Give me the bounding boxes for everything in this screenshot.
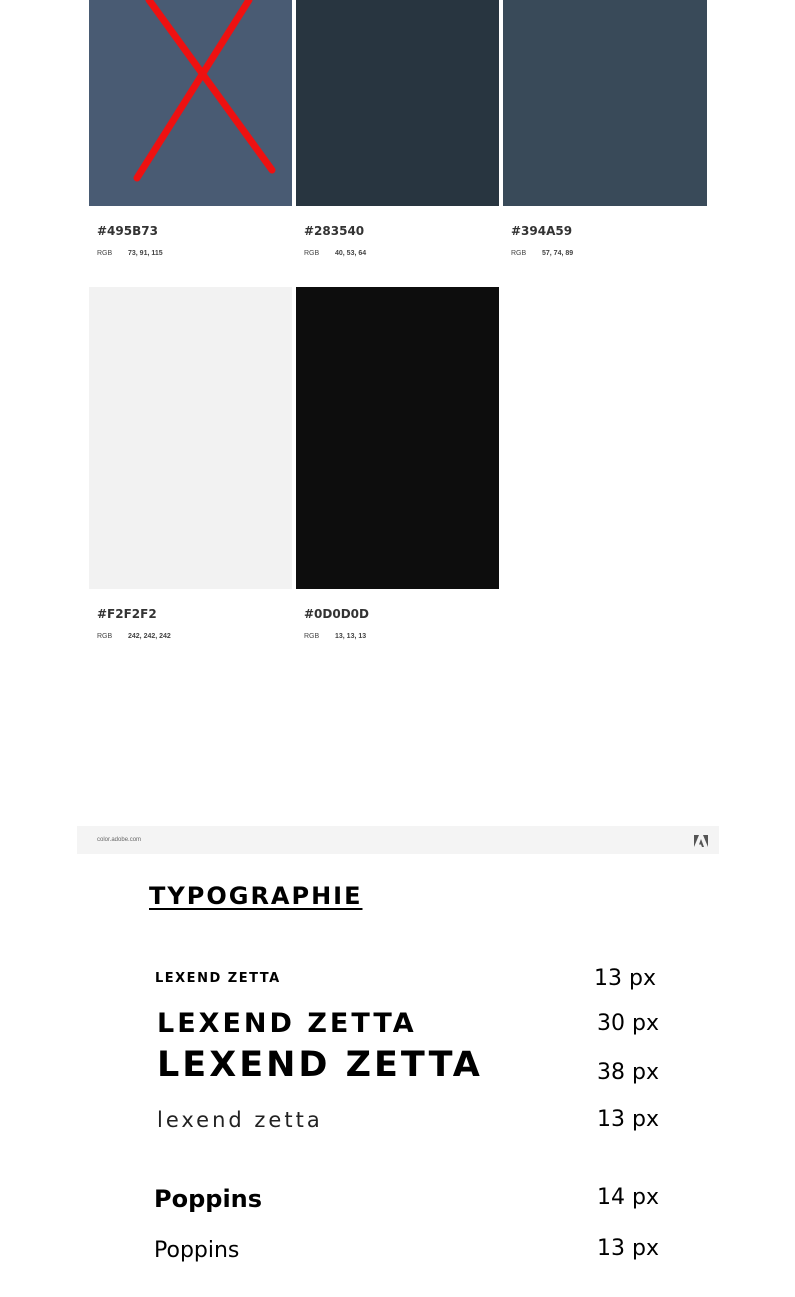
rgb-label: RGB [511,250,527,257]
color-swatch-495b73 [89,0,292,206]
hex-code: #0D0D0D [304,607,369,621]
rgb-label: RGB [304,250,320,257]
hex-code: #394A59 [511,224,573,238]
rgb-value: 40, 53, 64 [335,250,367,257]
font-sample-poppins-14-bold: Poppins [154,1185,263,1213]
adobe-logo-icon [694,835,708,847]
rgb-value: 242, 242, 242 [128,633,171,640]
font-sample-lexend-13-light: lexend zetta [157,1108,323,1132]
color-swatch-0d0d0d [296,287,499,589]
font-size-label: 14 px [597,1185,659,1210]
hex-code: #F2F2F2 [97,607,157,621]
footer-site-link[interactable]: color.adobe.com [97,837,141,843]
color-swatch-f2f2f2 [89,287,292,589]
rgb-value: 13, 13, 13 [335,633,367,640]
hex-code: #495B73 [97,224,158,238]
rgb-value: 73, 91, 115 [128,250,163,257]
font-size-label: 38 px [597,1060,659,1085]
color-swatch-394a59 [503,0,707,206]
font-size-label: 13 px [594,966,656,991]
typography-title: TYPOGRAPHIE [149,882,363,910]
rgb-label: RGB [304,633,320,640]
font-size-label: 13 px [597,1236,659,1261]
hex-code: #283540 [304,224,365,238]
font-size-label: 30 px [597,1011,659,1036]
font-sample-lexend-38: LEXEND ZETTA [157,1045,483,1085]
font-size-label: 13 px [597,1107,659,1132]
rgb-label: RGB [97,633,113,640]
font-sample-poppins-13: Poppins [154,1238,240,1263]
font-sample-lexend-30: LEXEND ZETTA [157,1008,417,1039]
rgb-value: 57, 74, 89 [542,250,574,257]
footer-bar: color.adobe.com [77,826,719,854]
font-sample-lexend-13-bold: LEXEND ZETTA [155,971,281,986]
color-swatch-283540 [296,0,499,206]
rgb-label: RGB [97,250,113,257]
cross-out-mark [133,0,276,182]
